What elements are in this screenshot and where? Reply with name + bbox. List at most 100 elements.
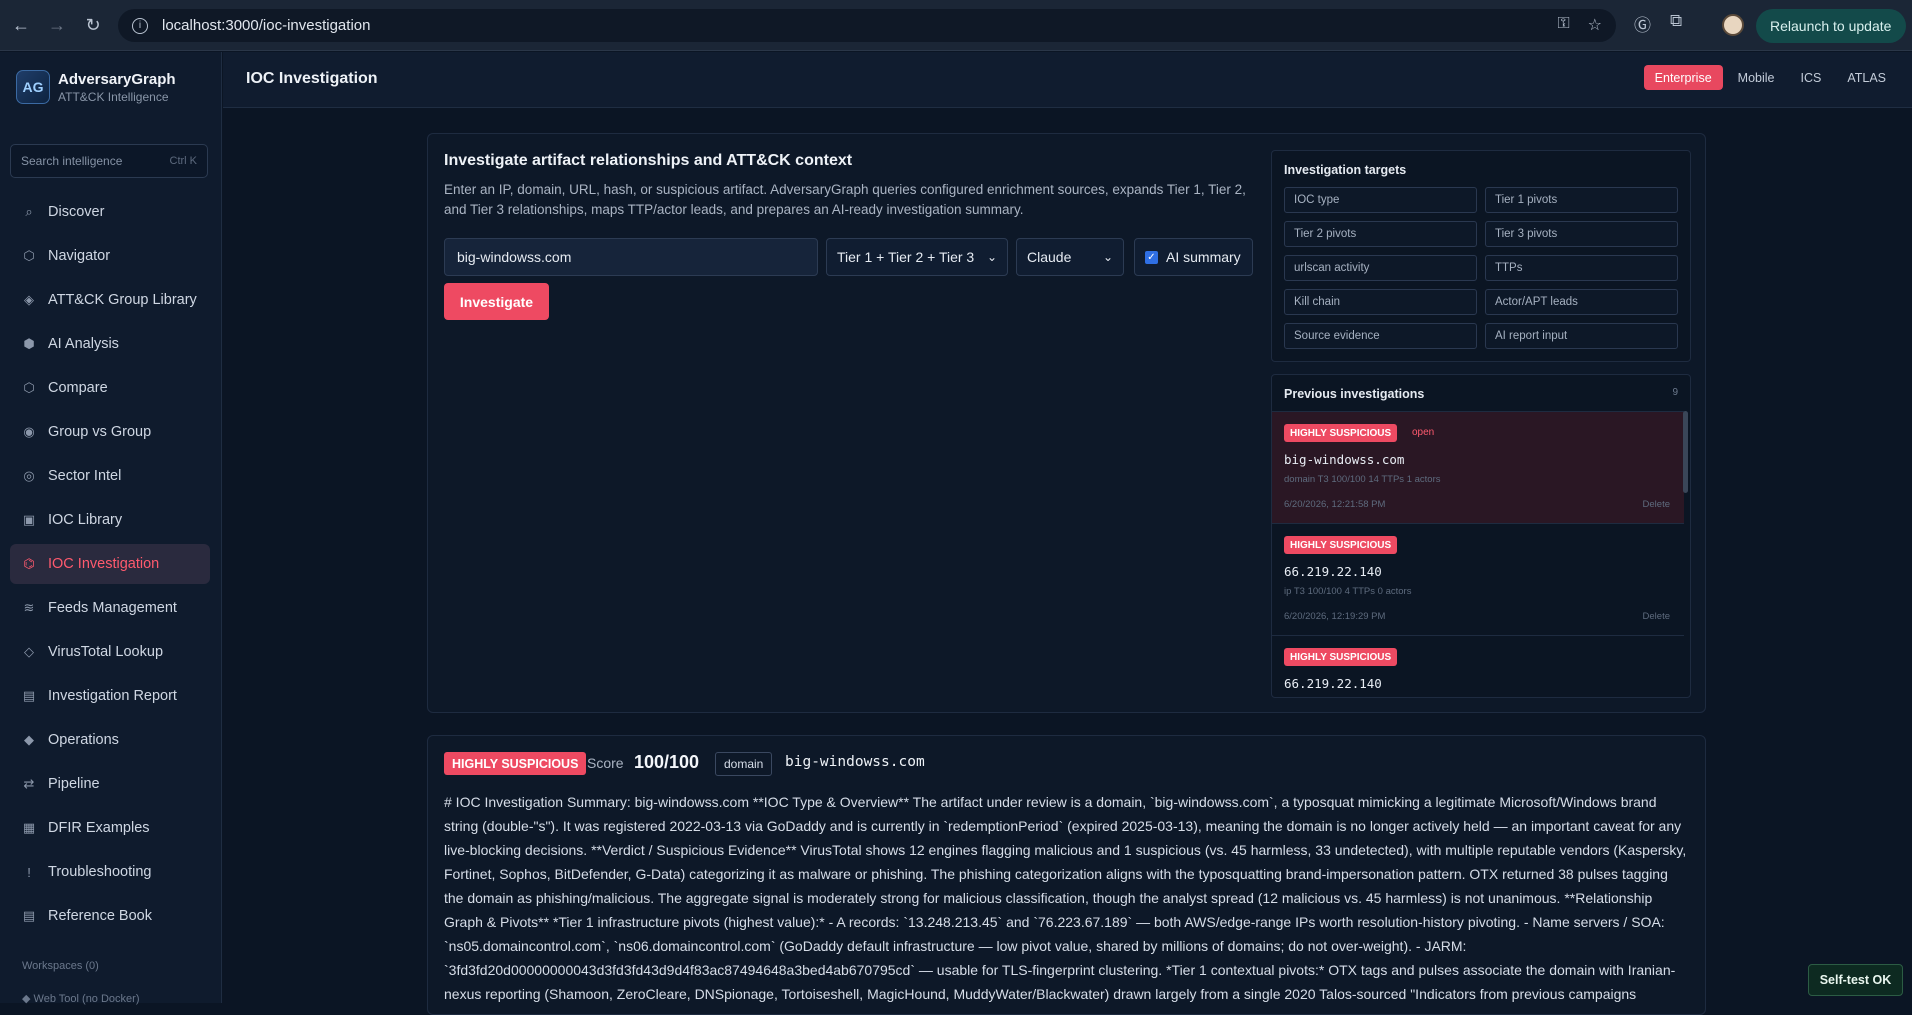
ioc-input[interactable]: big-windowss.com (444, 238, 818, 276)
nav-icon: ◇ (24, 644, 34, 659)
ai-model-select[interactable]: Claude ⌄ (1016, 238, 1124, 276)
sidebar-item-pipeline[interactable]: ⇄ Pipeline (10, 764, 210, 804)
sidebar-item-label: Reference Book (48, 908, 152, 924)
sidebar-item-label: Operations (48, 732, 119, 748)
address-bar[interactable]: i localhost:3000/ioc-investigation ⚿ ☆ (118, 9, 1616, 42)
nav-icon: ▤ (22, 908, 36, 923)
investigation-targets: Investigation targets IOC type Tier 1 piv… (1271, 150, 1691, 362)
sidebar-item-sector-intel[interactable]: ◎ Sector Intel (10, 456, 210, 496)
previous-scrollbar[interactable] (1683, 411, 1688, 493)
target-actor-apt-leads: Actor/APT leads (1485, 289, 1678, 315)
sidebar-item-troubleshooting[interactable]: ! Troubleshooting (10, 852, 210, 892)
sidebar-item-label: Navigator (48, 248, 111, 264)
tab-atlas[interactable]: ATLAS (1836, 65, 1897, 90)
sidebar-item-ai-analysis[interactable]: ⬢ AI Analysis (10, 324, 210, 364)
nav-icon: ◆ (24, 732, 34, 747)
sidebar-item-navigator[interactable]: ⬡ Navigator (10, 236, 210, 276)
status-tag: open (1412, 427, 1435, 438)
ioc-meta: ip T3 100/100 4 TTPs 0 actors (1284, 586, 1412, 597)
chevron-down-icon: ⌄ (986, 250, 997, 264)
profile-avatar[interactable] (1722, 14, 1744, 36)
verdict-badge: HIGHLY SUSPICIOUS (444, 752, 587, 775)
previous-investigation-item[interactable]: HIGHLY SUSPICIOUS open big-windowss.com dom… (1272, 411, 1684, 523)
sidebar-item-ioc-investigation[interactable]: ⌬ IOC Investigation (10, 544, 210, 584)
relaunch-button[interactable]: Relaunch to update (1756, 9, 1906, 43)
delete-button[interactable]: Delete (1643, 611, 1670, 622)
chevron-down-icon: ⌄ (1102, 250, 1113, 264)
sidebar-item-compare[interactable]: ⬡ Compare (10, 368, 210, 408)
search-input[interactable]: Search intelligence Ctrl K (10, 144, 208, 178)
tier-depth-select[interactable]: Tier 1 + Tier 2 + Tier 3 ⌄ (826, 238, 1008, 276)
sidebar-item-operations[interactable]: ◆ Operations (10, 720, 210, 760)
sidebar-item-label: Discover (48, 204, 105, 220)
verdict-badge: HIGHLY SUSPICIOUS (1284, 648, 1398, 666)
previous-investigation-item[interactable]: HIGHLY SUSPICIOUS66.219.22.140ip T3 100/… (1272, 635, 1684, 697)
webtool-label: ◆ Web Tool (no Docker) (22, 993, 140, 1005)
extensions-puzzle-icon[interactable]: ⧉ (1670, 11, 1682, 31)
brand-name: AdversaryGraph (58, 70, 176, 88)
sidebar-item-label: ATT&CK Group Library (48, 292, 197, 308)
sidebar-item-label: Troubleshooting (48, 864, 152, 880)
extension-g-icon[interactable]: Ⓖ (1634, 11, 1651, 36)
sidebar-item-att-ck-group-library[interactable]: ◈ ATT&CK Group Library (10, 280, 210, 320)
sidebar-item-reference-book[interactable]: ▤ Reference Book (10, 896, 210, 936)
nav-icon: ◎ (23, 468, 35, 483)
score-value: 100/100 (634, 752, 700, 772)
ai-summary-label: AI summary (1166, 249, 1241, 265)
ai-summary-toggle[interactable]: ✓ AI summary (1134, 238, 1253, 276)
sidebar-item-label: Sector Intel (48, 468, 122, 484)
sidebar-item-discover[interactable]: ⌕ Discover (10, 192, 210, 232)
target-tier-1-pivots: Tier 1 pivots (1485, 187, 1678, 213)
previous-investigation-item[interactable]: HIGHLY SUSPICIOUS66.219.22.140ip T3 100/… (1272, 523, 1684, 635)
brand-logo-icon: AG (16, 70, 50, 104)
target-ioc-type: IOC type (1284, 187, 1477, 213)
workspaces-label[interactable]: Workspaces (0) (22, 960, 99, 972)
sidebar-item-feeds-management[interactable]: ≋ Feeds Management (10, 588, 210, 628)
investigate-button[interactable]: Investigate (444, 283, 549, 320)
tab-mobile[interactable]: Mobile (1727, 65, 1786, 90)
nav-icon: ⌕ (25, 204, 33, 219)
key-icon[interactable]: ⚿ (1557, 15, 1569, 35)
tier-depth-value: Tier 1 + Tier 2 + Tier 3 (837, 249, 975, 265)
nav-icon: ▦ (22, 820, 36, 835)
result-ioc-value: big-windowss.com (785, 754, 925, 770)
verdict-badge: HIGHLY SUSPICIOUS (1284, 536, 1398, 554)
nav-icon: ! (27, 864, 31, 880)
search-shortcut: Ctrl K (169, 155, 198, 167)
bookmark-star-icon[interactable]: ☆ (1588, 15, 1602, 35)
sidebar-item-ioc-library[interactable]: ▣ IOC Library (10, 500, 210, 540)
ioc-type-chip: domain (715, 752, 773, 776)
delete-button[interactable]: Delete (1643, 499, 1670, 510)
sidebar-item-virustotal-lookup[interactable]: ◇ VirusTotal Lookup (10, 632, 210, 672)
targets-title: Investigation targets (1284, 163, 1407, 177)
sidebar-nav: ⌕ Discover ⬡ Navigator ◈ ATT&CK Group Library… (10, 192, 210, 940)
reload-icon[interactable]: ↻ (78, 10, 108, 40)
sidebar-item-label: Feeds Management (48, 600, 177, 616)
ioc-value: big-windowss.com (1284, 452, 1405, 467)
target-tier-3-pivots: Tier 3 pivots (1485, 221, 1678, 247)
sidebar-item-label: Compare (48, 380, 108, 396)
ai-summary-checkbox[interactable]: ✓ (1145, 250, 1158, 264)
sidebar-item-dfir-examples[interactable]: ▦ DFIR Examples (10, 808, 210, 848)
tab-ics[interactable]: ICS (1789, 65, 1832, 90)
sidebar-item-group-vs-group[interactable]: ◉ Group vs Group (10, 412, 210, 452)
previous-count: 9 (1672, 387, 1678, 398)
ai-model-value: Claude (1027, 249, 1072, 265)
nav-icon: ▤ (22, 688, 36, 703)
back-icon[interactable]: ← (6, 10, 36, 40)
site-info-icon[interactable]: i (132, 17, 148, 34)
forward-icon[interactable]: → (42, 10, 72, 40)
brand[interactable]: AG AdversaryGraph ATT&CK Intelligence (16, 70, 176, 104)
previous-list[interactable]: HIGHLY SUSPICIOUS open big-windowss.com dom… (1272, 411, 1684, 697)
sidebar-item-investigation-report[interactable]: ▤ Investigation Report (10, 676, 210, 716)
timestamp: 6/20/2026, 12:21:58 PM (1284, 499, 1386, 510)
nav-icon: ⇄ (23, 776, 35, 791)
nav-icon: ⬢ (23, 336, 35, 351)
score-label: Score (587, 755, 624, 771)
tab-enterprise[interactable]: Enterprise (1643, 65, 1723, 90)
sidebar-item-label: Investigation Report (48, 688, 177, 704)
sidebar-item-label: AI Analysis (48, 336, 119, 352)
self-test-badge[interactable]: Self-test OK (1808, 964, 1903, 996)
sidebar-item-label: IOC Library (48, 512, 123, 528)
nav-icon: ▣ (22, 512, 36, 527)
